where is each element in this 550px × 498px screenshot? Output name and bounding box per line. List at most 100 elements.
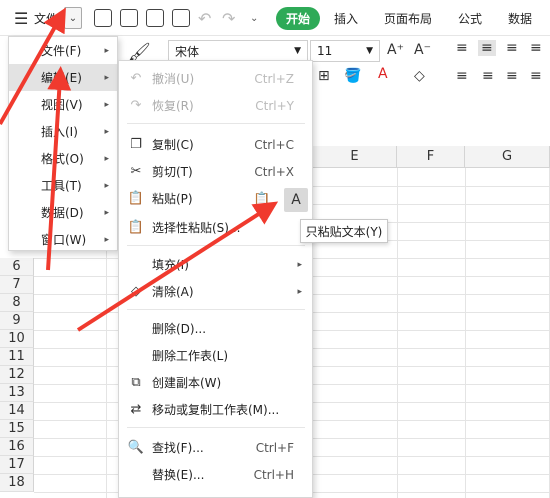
menu-item-label: 工具(T) xyxy=(41,179,82,193)
eraser-icon[interactable]: ◇ xyxy=(414,68,425,84)
decrease-font-icon[interactable]: A⁻ xyxy=(414,42,431,58)
row-header[interactable]: 7 xyxy=(0,276,34,294)
cut-menu-item[interactable]: ✂ 剪切(T) Ctrl+X xyxy=(119,158,312,185)
row-header[interactable]: 9 xyxy=(0,312,34,330)
replace-menu-item[interactable]: 替换(E)... Ctrl+H xyxy=(119,461,312,488)
chevron-right-icon: ▸ xyxy=(297,286,302,297)
menu-label: 粘贴(P) xyxy=(152,192,193,206)
chevron-right-icon: ▸ xyxy=(297,259,302,270)
export-pdf-icon[interactable] xyxy=(120,0,138,36)
align-center-icon[interactable]: ≡ xyxy=(482,68,494,84)
shortcut-label: Ctrl+H xyxy=(253,467,294,482)
column-header-e[interactable]: E xyxy=(313,146,397,168)
menu-item-edit[interactable]: 编辑(E) ▸ xyxy=(9,64,117,91)
redo-icon[interactable]: ↷ xyxy=(222,0,235,36)
chevron-right-icon: ▸ xyxy=(104,126,109,137)
main-menu: 文件(F) ▸ 编辑(E) ▸ 视图(V) ▸ 插入(I) ▸ 格式(O) ▸ 工具(T)… xyxy=(8,36,118,251)
align-middle-icon[interactable]: ≡ xyxy=(478,40,496,56)
wrap-icon[interactable]: ≡ xyxy=(530,40,542,56)
menu-label: 创建副本(W) xyxy=(152,376,222,390)
redo-menu-item[interactable]: ↷ 恢复(R) Ctrl+Y xyxy=(119,92,312,119)
align-right-icon[interactable]: ≡ xyxy=(506,68,518,84)
menu-item-data[interactable]: 数据(D) ▸ xyxy=(9,199,117,226)
eraser-icon: ◇ xyxy=(131,284,141,299)
move-copy-sheet-menu-item[interactable]: ⇄ 移动或复制工作表(M)... xyxy=(119,396,312,423)
menu-item-insert[interactable]: 插入(I) ▸ xyxy=(9,118,117,145)
menu-item-file[interactable]: 文件(F) ▸ xyxy=(9,37,117,64)
find-menu-item[interactable]: 🔍 查找(F)... Ctrl+F xyxy=(119,434,312,461)
font-color-icon[interactable]: A xyxy=(378,66,388,82)
menu-item-window[interactable]: 窗口(W) ▸ xyxy=(9,226,117,253)
shortcut-label: Ctrl+Z xyxy=(254,71,294,86)
align-top-icon[interactable]: ≡ xyxy=(456,40,468,56)
paste-text-only-icon[interactable]: A xyxy=(284,188,308,212)
font-name-value: 宋体 xyxy=(175,44,200,59)
menu-item-tools[interactable]: 工具(T) ▸ xyxy=(9,172,117,199)
quick-access-more-icon[interactable]: ⌄ xyxy=(250,0,258,36)
menu-label: 替换(E)... xyxy=(152,468,205,482)
font-name-select[interactable]: 宋体 ▼ xyxy=(168,40,308,62)
justify-icon[interactable]: ≡ xyxy=(530,68,542,84)
paste-special-menu-item[interactable]: 📋 选择性粘贴(S)... xyxy=(119,214,312,241)
chevron-right-icon: ▸ xyxy=(104,207,109,218)
clear-menu-item[interactable]: ◇ 清除(A) ▸ xyxy=(119,278,312,305)
menu-label: 删除(D)... xyxy=(152,322,207,336)
menu-separator xyxy=(127,427,305,428)
row-header[interactable]: 17 xyxy=(0,456,34,474)
font-size-select[interactable]: 11 ▼ xyxy=(310,40,380,62)
create-copy-menu-item[interactable]: ⧉ 创建副本(W) xyxy=(119,369,312,396)
file-menu-button[interactable]: 文件 xyxy=(34,0,58,36)
delete-sheet-menu-item[interactable]: 删除工作表(L) xyxy=(119,342,312,369)
save-icon[interactable] xyxy=(94,0,112,36)
fill-color-icon[interactable]: 🪣 xyxy=(344,68,361,84)
align-left-icon[interactable]: ≡ xyxy=(456,68,468,84)
menu-item-view[interactable]: 视图(V) ▸ xyxy=(9,91,117,118)
tab-home[interactable]: 开始 xyxy=(276,6,321,30)
menu-item-format[interactable]: 格式(O) ▸ xyxy=(9,145,117,172)
row-header[interactable]: 10 xyxy=(0,330,34,348)
paste-keep-format-icon[interactable]: 📋 xyxy=(250,188,274,212)
chevron-right-icon: ▸ xyxy=(104,72,109,83)
shortcut-label: Ctrl+F xyxy=(255,440,294,455)
undo-icon[interactable]: ↶ xyxy=(198,0,211,36)
fill-menu-item[interactable]: 填充(I) ▸ xyxy=(119,251,312,278)
tab-insert[interactable]: 插入 xyxy=(334,0,358,36)
row-header[interactable]: 11 xyxy=(0,348,34,366)
tab-data[interactable]: 数据 xyxy=(508,0,532,36)
print-icon[interactable] xyxy=(146,0,164,36)
row-header[interactable]: 6 xyxy=(0,258,34,276)
row-header[interactable]: 14 xyxy=(0,402,34,420)
increase-font-icon[interactable]: A⁺ xyxy=(387,42,404,58)
menu-hamburger-icon[interactable]: ☰ xyxy=(14,0,28,36)
undo-menu-item[interactable]: ↶ 撤消(U) Ctrl+Z xyxy=(119,65,312,92)
menu-item-label: 视图(V) xyxy=(41,98,83,112)
menu-label: 填充(I) xyxy=(152,258,189,272)
row-header[interactable]: 8 xyxy=(0,294,34,312)
tab-page-layout[interactable]: 页面布局 xyxy=(384,0,432,36)
align-bottom-icon[interactable]: ≡ xyxy=(506,40,518,56)
duplicate-sheet-icon: ⧉ xyxy=(131,375,141,390)
chevron-down-icon[interactable]: ⌄ xyxy=(64,7,82,29)
delete-menu-item[interactable]: 删除(D)... xyxy=(119,315,312,342)
menu-item-label: 格式(O) xyxy=(41,152,84,166)
tab-formulas[interactable]: 公式 xyxy=(458,0,482,36)
edit-submenu: ↶ 撤消(U) Ctrl+Z ↷ 恢复(R) Ctrl+Y ❐ 复制(C) Ct… xyxy=(118,60,313,498)
print-preview-icon[interactable] xyxy=(172,0,190,36)
font-size-value: 11 xyxy=(317,44,333,58)
row-header[interactable]: 16 xyxy=(0,438,34,456)
menu-label: 清除(A) xyxy=(152,285,194,299)
column-header-g[interactable]: G xyxy=(465,146,550,168)
chevron-right-icon: ▸ xyxy=(104,234,109,245)
row-header[interactable]: 18 xyxy=(0,474,34,492)
scissors-icon: ✂ xyxy=(130,164,142,179)
column-header-f[interactable]: F xyxy=(397,146,465,168)
menu-item-label: 数据(D) xyxy=(41,206,84,220)
copy-menu-item[interactable]: ❐ 复制(C) Ctrl+C xyxy=(119,131,312,158)
row-header[interactable]: 15 xyxy=(0,420,34,438)
border-icon[interactable]: ⊞ xyxy=(318,68,330,84)
move-sheet-icon: ⇄ xyxy=(130,402,142,417)
menu-label: 恢复(R) xyxy=(152,99,194,113)
menu-separator xyxy=(127,123,305,124)
row-header[interactable]: 13 xyxy=(0,384,34,402)
row-header[interactable]: 12 xyxy=(0,366,34,384)
